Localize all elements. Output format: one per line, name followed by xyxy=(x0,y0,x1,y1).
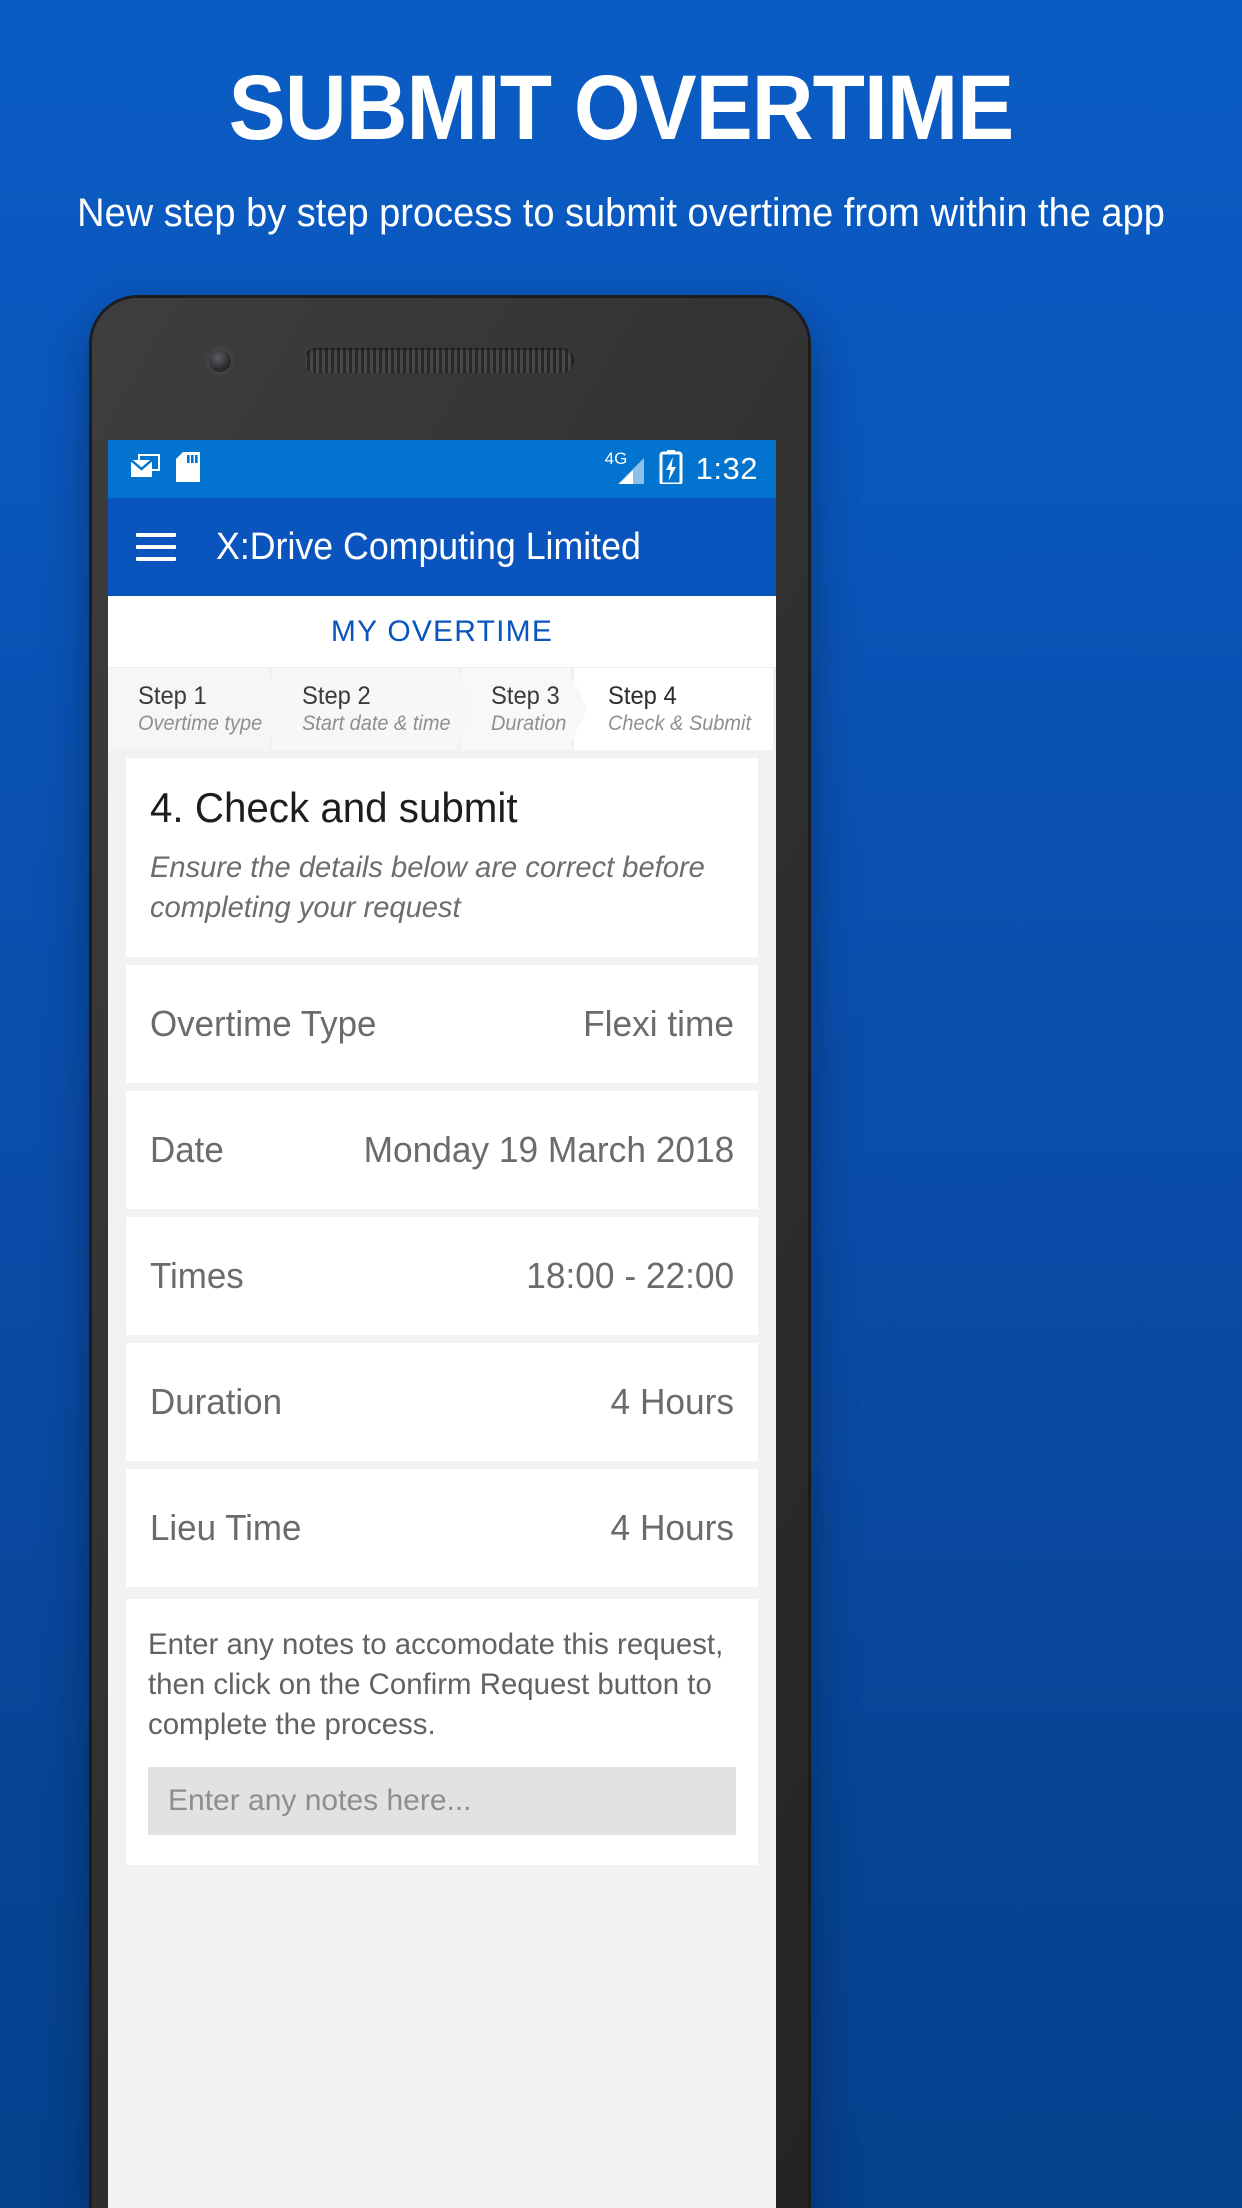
stepper: Step 1 Overtime type Step 2 Start date &… xyxy=(108,668,776,750)
section-header-card: 4. Check and submit Ensure the details b… xyxy=(126,758,758,958)
status-bar-right-icons: 4G 1:32 xyxy=(604,449,758,489)
status-bar-clock: 1:32 xyxy=(695,451,758,486)
status-bar-left-icons xyxy=(130,451,200,487)
step-4-number: Step 4 xyxy=(607,682,677,711)
status-bar: 4G 1:32 xyxy=(108,440,776,498)
phone-mockup: 4G 1:32 X:Drive Computing Limited MY OVE… xyxy=(92,298,808,2208)
promo-header: SUBMIT OVERTIME New step by step process… xyxy=(0,0,1242,238)
email-icon xyxy=(130,453,160,485)
step-1-label: Overtime type xyxy=(138,711,263,735)
promo-title: SUBMIT OVERTIME xyxy=(228,57,1015,159)
page-title: 4. Check and submit xyxy=(150,784,518,831)
row-value-duration: 4 Hours xyxy=(610,1381,734,1423)
row-label-lieu-time: Lieu Time xyxy=(150,1507,302,1549)
step-2-label: Start date & time xyxy=(301,711,451,735)
tab-my-overtime[interactable]: MY OVERTIME xyxy=(331,615,553,649)
table-row: Times 18:00 - 22:00 xyxy=(126,1217,758,1336)
row-value-date: Monday 19 March 2018 xyxy=(363,1129,734,1171)
sd-card-icon xyxy=(176,451,200,487)
tab-bar: MY OVERTIME xyxy=(108,596,776,668)
page-subtitle: Ensure the details below are correct bef… xyxy=(150,851,705,924)
row-label-overtime-type: Overtime Type xyxy=(150,1003,377,1045)
step-4[interactable]: Step 4 Check & Submit xyxy=(573,668,773,750)
earpiece-speaker-icon xyxy=(304,348,574,373)
row-value-times: 18:00 - 22:00 xyxy=(526,1255,734,1297)
table-row: Date Monday 19 March 2018 xyxy=(126,1091,758,1210)
notes-instruction: Enter any notes to accomodate this reque… xyxy=(148,1628,724,1741)
battery-charging-icon xyxy=(659,449,683,489)
table-row: Lieu Time 4 Hours xyxy=(126,1469,758,1588)
step-2-number: Step 2 xyxy=(301,682,371,711)
table-row: Overtime Type Flexi time xyxy=(126,965,758,1084)
hamburger-menu-icon[interactable] xyxy=(136,533,176,561)
app-bar: X:Drive Computing Limited xyxy=(108,498,776,596)
row-value-overtime-type: Flexi time xyxy=(583,1003,734,1045)
step-3[interactable]: Step 3 Duration xyxy=(461,668,571,750)
notes-input[interactable] xyxy=(148,1766,736,1835)
step-3-number: Step 3 xyxy=(491,682,560,711)
step-3-label: Duration xyxy=(491,711,567,735)
app-title: X:Drive Computing Limited xyxy=(216,525,641,568)
row-label-times: Times xyxy=(150,1255,244,1297)
row-value-lieu-time: 4 Hours xyxy=(610,1507,734,1549)
promo-subtitle: New step by step process to submit overt… xyxy=(77,191,1165,235)
row-label-duration: Duration xyxy=(150,1381,282,1423)
step-1-number: Step 1 xyxy=(138,682,207,711)
phone-screen: 4G 1:32 X:Drive Computing Limited MY OVE… xyxy=(108,440,776,2208)
front-camera-icon xyxy=(209,350,231,372)
step-2[interactable]: Step 2 Start date & time xyxy=(271,668,459,750)
table-row: Duration 4 Hours xyxy=(126,1343,758,1462)
step-4-label: Check & Submit xyxy=(607,711,751,735)
step-1[interactable]: Step 1 Overtime type xyxy=(108,668,269,750)
signal-icon: 4G xyxy=(604,450,646,486)
row-label-date: Date xyxy=(150,1129,224,1171)
notes-card: Enter any notes to accomodate this reque… xyxy=(126,1599,758,1865)
content-area: 4. Check and submit Ensure the details b… xyxy=(108,758,776,1865)
